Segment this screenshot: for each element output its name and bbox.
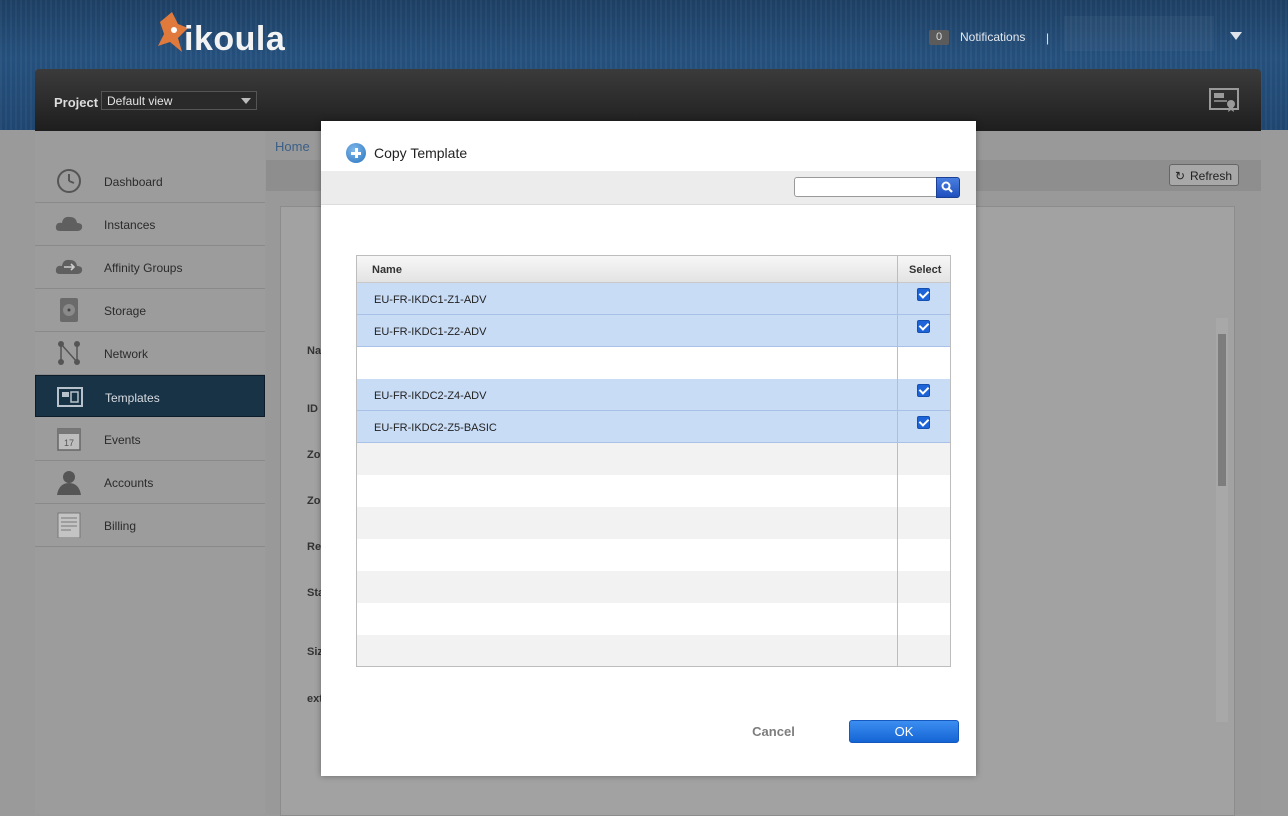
logo-text: ikoula <box>184 20 286 58</box>
sidebar: Dashboard Instances Affinity Groups Stor… <box>35 131 265 814</box>
chevron-down-icon <box>241 98 251 104</box>
project-select-value: Default view <box>107 94 173 108</box>
zone-name: EU-FR-IKDC1-Z2-ADV <box>374 326 487 338</box>
table-row[interactable]: EU-FR-IKDC2-Z4-ADV <box>357 379 950 411</box>
detail-label: Zo <box>307 495 321 507</box>
select-checkbox[interactable] <box>917 320 930 333</box>
sidebar-item-billing[interactable]: Billing <box>35 504 265 547</box>
network-icon <box>58 341 80 365</box>
detail-label: Na <box>307 345 322 357</box>
table-header: Name Select <box>357 256 950 283</box>
empty-row <box>357 571 950 603</box>
sidebar-item-label: Storage <box>104 304 147 318</box>
table-row[interactable]: EU-FR-IKDC2-Z5-BASIC <box>357 411 950 443</box>
detail-label: Zo <box>307 449 321 461</box>
storage-icon <box>60 298 78 322</box>
sidebar-item-label: Events <box>104 433 141 447</box>
sidebar-item-label: Network <box>104 347 149 361</box>
search-button[interactable] <box>936 177 960 198</box>
sidebar-item-instances[interactable]: Instances <box>35 203 265 246</box>
zone-name: EU-FR-IKDC2-Z4-ADV <box>374 390 487 402</box>
calendar-icon: 17 <box>57 428 81 451</box>
project-select[interactable]: Default view <box>101 91 257 110</box>
select-checkbox[interactable] <box>917 384 930 397</box>
add-circle-icon <box>346 143 366 163</box>
column-divider <box>897 256 898 666</box>
empty-row <box>357 539 950 571</box>
sidebar-item-label: Dashboard <box>104 175 163 189</box>
detail-label: ID <box>307 403 318 415</box>
notifications-count-badge[interactable]: 0 <box>929 30 949 45</box>
select-checkbox[interactable] <box>917 288 930 301</box>
table-row[interactable]: EU-FR-IKDC1-Z1-ADV <box>357 283 950 315</box>
copy-template-dialog: Copy Template Name Select EU-FR-IKDC1-Z1… <box>321 121 976 776</box>
search-input[interactable] <box>794 177 938 197</box>
chevron-down-icon[interactable] <box>1230 32 1242 40</box>
sidebar-item-label: Accounts <box>104 476 154 490</box>
project-label: Project <box>54 95 99 110</box>
detail-label: Re <box>307 541 322 553</box>
sidebar-item-accounts[interactable]: Accounts <box>35 461 265 504</box>
refresh-icon: ↻ <box>1175 169 1186 183</box>
scrollbar-thumb[interactable] <box>1218 334 1226 486</box>
cloud-icon <box>55 216 83 231</box>
billing-icon <box>57 512 81 538</box>
table-row[interactable] <box>357 347 950 379</box>
header-separator: | <box>1046 31 1050 45</box>
sidebar-item-network[interactable]: Network <box>35 332 265 375</box>
refresh-label: Refresh <box>1190 169 1233 183</box>
table-row[interactable]: EU-FR-IKDC1-Z2-ADV <box>357 315 950 347</box>
sidebar-item-templates[interactable]: Templates <box>35 375 265 417</box>
breadcrumb-home[interactable]: Home <box>275 139 310 154</box>
search-icon <box>941 181 953 193</box>
user-menu[interactable] <box>1064 16 1214 51</box>
column-header-name: Name <box>372 264 402 276</box>
cancel-button[interactable]: Cancel <box>736 721 811 743</box>
empty-row <box>357 443 950 475</box>
notifications-link[interactable]: Notifications <box>960 30 1025 44</box>
empty-row <box>357 475 950 507</box>
zone-name: EU-FR-IKDC1-Z1-ADV <box>374 294 487 306</box>
sidebar-item-label: Billing <box>104 519 137 533</box>
sidebar-item-label: Templates <box>105 391 160 405</box>
dashboard-icon <box>57 169 81 193</box>
svg-text:17: 17 <box>64 438 74 448</box>
search-bar <box>321 171 976 205</box>
certificate-icon[interactable] <box>1209 87 1239 113</box>
ok-button[interactable]: OK <box>849 720 959 743</box>
user-icon <box>57 471 81 495</box>
empty-row <box>357 507 950 539</box>
sidebar-item-dashboard[interactable]: Dashboard <box>35 160 265 203</box>
empty-row <box>357 603 950 635</box>
sidebar-item-affinity-groups[interactable]: Affinity Groups <box>35 246 265 289</box>
column-header-select: Select <box>909 264 942 276</box>
sidebar-item-label: Affinity Groups <box>104 261 183 275</box>
select-checkbox[interactable] <box>917 416 930 429</box>
templates-icon <box>57 387 83 407</box>
refresh-button[interactable]: ↻ Refresh <box>1169 164 1239 186</box>
template-zone-table: Name Select EU-FR-IKDC1-Z1-ADV EU-FR-IKD… <box>356 255 951 667</box>
sidebar-item-label: Instances <box>104 218 156 232</box>
sidebar-item-events[interactable]: 17 Events <box>35 418 265 461</box>
affinity-icon <box>55 259 83 274</box>
zone-name: EU-FR-IKDC2-Z5-BASIC <box>374 422 497 434</box>
empty-row <box>357 635 950 666</box>
dialog-title: Copy Template <box>374 145 468 161</box>
sidebar-item-storage[interactable]: Storage <box>35 289 265 332</box>
